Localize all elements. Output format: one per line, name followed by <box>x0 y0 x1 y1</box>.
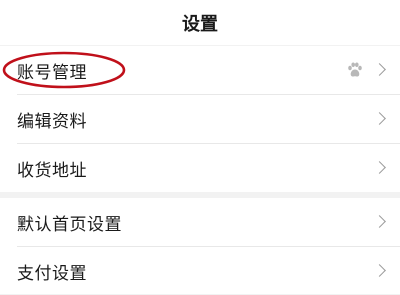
chevron-right-icon <box>373 112 386 125</box>
settings-row-default-homepage[interactable]: 默认首页设置 <box>0 198 400 246</box>
chevron-right-icon <box>373 264 386 277</box>
settings-row-shipping-address[interactable]: 收货地址 <box>0 144 400 192</box>
chevron-right-icon <box>373 215 386 228</box>
settings-row-edit-profile[interactable]: 编辑资料 <box>0 95 400 143</box>
row-label: 账号管理 <box>17 62 87 83</box>
row-label: 支付设置 <box>17 263 87 284</box>
page-title-bar: 设置 <box>0 0 400 45</box>
settings-row-payment[interactable]: 支付设置 <box>0 247 400 295</box>
chevron-right-icon <box>373 161 386 174</box>
settings-group-general: 默认首页设置 支付设置 <box>0 198 400 294</box>
settings-group-account: 账号管理 编辑资料 收货地址 <box>0 46 400 192</box>
row-label: 默认首页设置 <box>17 214 122 235</box>
paw-icon <box>348 62 362 77</box>
row-label: 收货地址 <box>17 160 87 181</box>
chevron-right-icon <box>373 63 386 76</box>
page-title: 设置 <box>182 13 218 35</box>
row-label: 编辑资料 <box>17 111 87 132</box>
settings-row-account-management[interactable]: 账号管理 <box>0 46 400 94</box>
